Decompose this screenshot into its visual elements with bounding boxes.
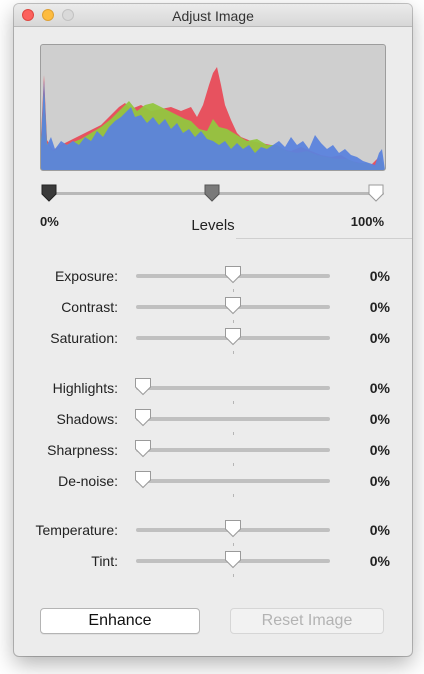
saturation-label: Saturation: bbox=[50, 330, 118, 346]
slider-row-tint: Tint: 0% bbox=[14, 549, 412, 573]
slider-row-temperature: Temperature: 0% bbox=[14, 518, 412, 542]
slider-row-saturation: Saturation: 0% bbox=[14, 326, 412, 350]
shadows-label: Shadows: bbox=[56, 411, 118, 427]
reset-image-button: Reset Image bbox=[230, 608, 384, 634]
levels-black-point-handle[interactable] bbox=[41, 184, 57, 202]
de-noise-slider-thumb[interactable] bbox=[134, 470, 152, 489]
tint-label: Tint: bbox=[91, 553, 118, 569]
temperature-label: Temperature: bbox=[35, 522, 118, 538]
highlights-slider-thumb[interactable] bbox=[134, 377, 152, 396]
sharpness-value: 0% bbox=[369, 442, 390, 458]
sharpness-slider-track[interactable] bbox=[136, 448, 330, 452]
shadows-value: 0% bbox=[369, 411, 390, 427]
sharpness-slider-thumb[interactable] bbox=[134, 439, 152, 458]
temperature-slider-thumb[interactable] bbox=[224, 519, 242, 538]
shadows-slider-thumb[interactable] bbox=[134, 408, 152, 427]
highlights-slider-track[interactable] bbox=[136, 386, 330, 390]
exposure-value: 0% bbox=[369, 268, 390, 284]
temperature-value: 0% bbox=[369, 522, 390, 538]
contrast-value: 0% bbox=[369, 299, 390, 315]
exposure-slider-thumb[interactable] bbox=[224, 265, 242, 284]
highlights-label: Highlights: bbox=[52, 380, 118, 396]
saturation-slider-thumb[interactable] bbox=[224, 327, 242, 346]
slider-tick-mark bbox=[233, 401, 234, 404]
levels-title: Levels bbox=[191, 217, 235, 234]
slider-tick-mark bbox=[233, 574, 234, 577]
divider bbox=[236, 238, 412, 239]
highlights-value: 0% bbox=[369, 380, 390, 396]
window-title: Adjust Image bbox=[172, 8, 254, 24]
de-noise-value: 0% bbox=[369, 473, 390, 489]
de-noise-slider-track[interactable] bbox=[136, 479, 330, 483]
slider-tick-mark bbox=[233, 463, 234, 466]
slider-row-de-noise: De-noise: 0% bbox=[14, 469, 412, 493]
enhance-button[interactable]: Enhance bbox=[40, 608, 200, 634]
tint-value: 0% bbox=[369, 553, 390, 569]
slider-tick-mark bbox=[233, 289, 234, 292]
saturation-value: 0% bbox=[369, 330, 390, 346]
contrast-slider-thumb[interactable] bbox=[224, 296, 242, 315]
de-noise-label: De-noise: bbox=[58, 473, 118, 489]
slider-tick-mark bbox=[233, 351, 234, 354]
levels-white-point-handle[interactable] bbox=[368, 184, 384, 202]
exposure-label: Exposure: bbox=[54, 268, 118, 284]
slider-row-sharpness: Sharpness: 0% bbox=[14, 438, 412, 462]
levels-midtone-handle[interactable] bbox=[204, 184, 220, 202]
slider-row-contrast: Contrast: 0% bbox=[14, 295, 412, 319]
adjust-image-window: Adjust Image 0% 100% Levels Exposure: 0% C… bbox=[14, 4, 412, 656]
shadows-slider-track[interactable] bbox=[136, 417, 330, 421]
slider-tick-mark bbox=[233, 494, 234, 497]
slider-row-shadows: Shadows: 0% bbox=[14, 407, 412, 431]
title-bar: Adjust Image bbox=[14, 4, 412, 27]
slider-row-exposure: Exposure: 0% bbox=[14, 264, 412, 288]
slider-row-highlights: Highlights: 0% bbox=[14, 376, 412, 400]
slider-tick-mark bbox=[233, 432, 234, 435]
slider-tick-mark bbox=[233, 320, 234, 323]
sharpness-label: Sharpness: bbox=[47, 442, 118, 458]
slider-tick-mark bbox=[233, 543, 234, 546]
contrast-label: Contrast: bbox=[61, 299, 118, 315]
tint-slider-thumb[interactable] bbox=[224, 550, 242, 569]
histogram bbox=[40, 44, 386, 171]
